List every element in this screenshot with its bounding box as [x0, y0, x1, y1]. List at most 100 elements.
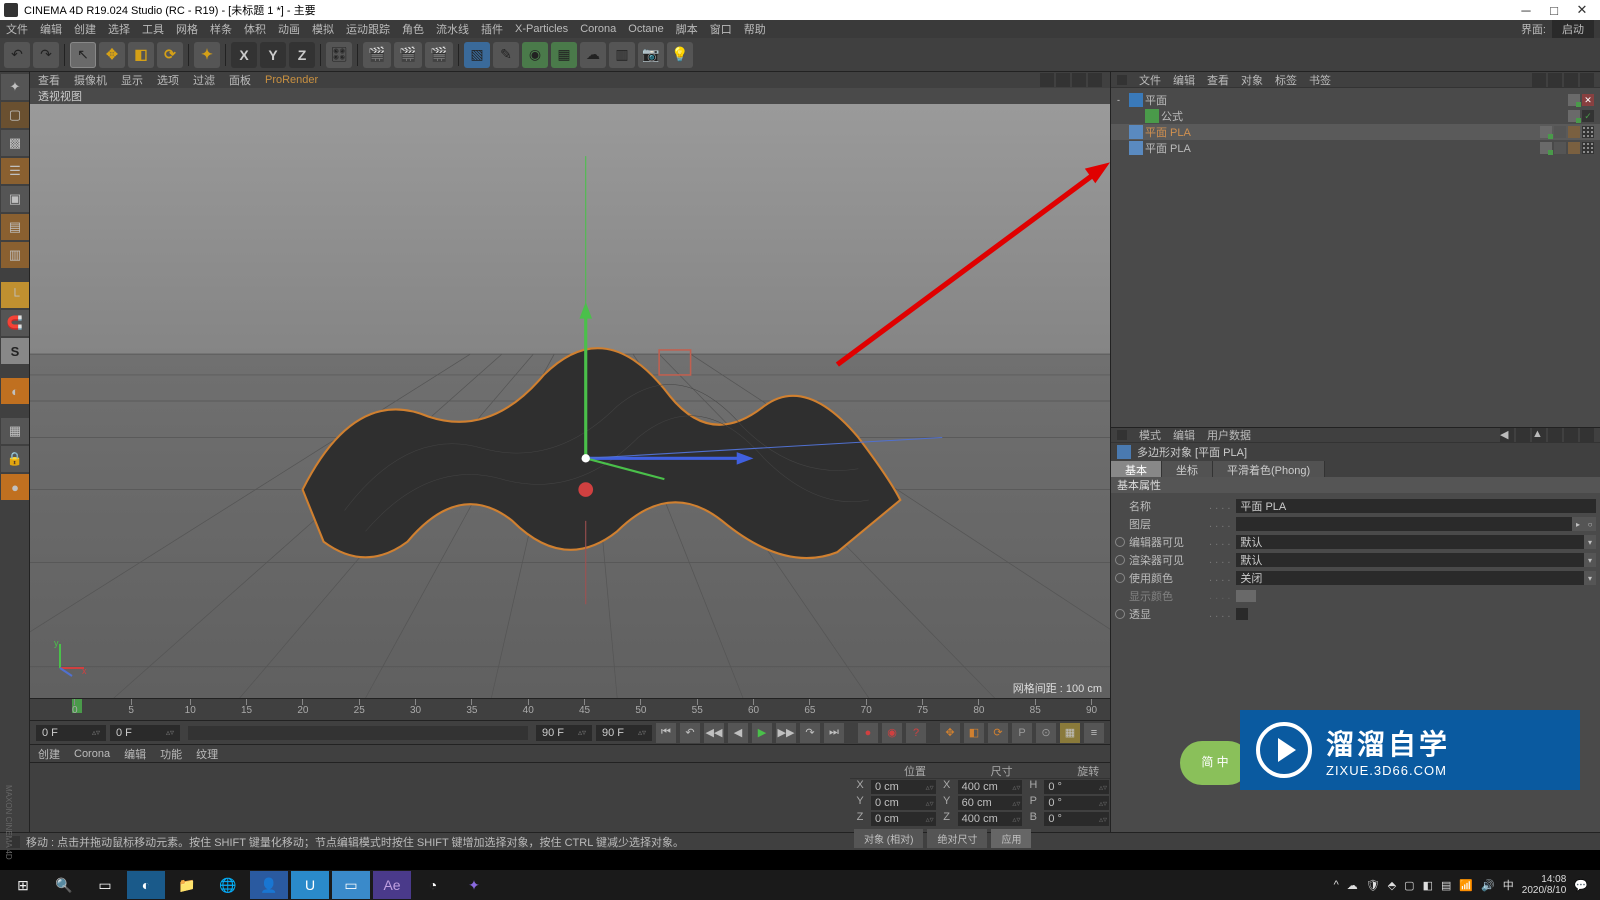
- attr-field-3[interactable]: 默认: [1236, 553, 1584, 567]
- make-editable-button[interactable]: ✦: [1, 74, 29, 100]
- vp-tab-prorender[interactable]: ProRender: [265, 74, 318, 86]
- menu-file[interactable]: 文件: [6, 21, 28, 37]
- om-row-1[interactable]: 公式✓: [1111, 108, 1600, 124]
- tag-blank-icon[interactable]: [1554, 142, 1566, 154]
- render-settings-button[interactable]: 🎬: [425, 42, 453, 68]
- tray-wifi-icon[interactable]: 📶: [1459, 879, 1473, 892]
- dropdown-icon[interactable]: ▾: [1584, 553, 1596, 567]
- key-param-button[interactable]: P: [1012, 723, 1032, 743]
- maximize-button[interactable]: □: [1540, 1, 1568, 19]
- autokey-button[interactable]: ◉: [882, 723, 902, 743]
- menu-edit[interactable]: 编辑: [40, 21, 62, 37]
- search-icon[interactable]: 🔍: [45, 871, 83, 899]
- frame-end-field[interactable]: 90 F▵▿: [536, 725, 592, 741]
- menu-create[interactable]: 创建: [74, 21, 96, 37]
- task-app3[interactable]: U: [291, 871, 329, 899]
- vp-tab-panel[interactable]: 面板: [229, 72, 251, 88]
- y-axis-button[interactable]: Y: [260, 42, 286, 68]
- vp-tab-camera[interactable]: 摄像机: [74, 72, 107, 88]
- taskview-icon[interactable]: ▭: [86, 871, 124, 899]
- menu-select[interactable]: 选择: [108, 21, 130, 37]
- om-row-0[interactable]: -平面✕: [1111, 92, 1600, 108]
- tray-icon6[interactable]: ▤: [1441, 879, 1451, 892]
- menu-tools[interactable]: 工具: [142, 21, 164, 37]
- add-environment-button[interactable]: ☁: [580, 42, 606, 68]
- anim-dot-icon[interactable]: [1115, 537, 1125, 547]
- model-mode-button[interactable]: ▢: [1, 102, 29, 128]
- key-scale-button[interactable]: ◧: [964, 723, 984, 743]
- menu-simulate[interactable]: 模拟: [312, 21, 334, 37]
- anim-dot-icon[interactable]: [1115, 573, 1125, 583]
- frame-range-field[interactable]: 90 F▵▿: [596, 725, 652, 741]
- om-home-icon[interactable]: [1564, 73, 1578, 87]
- task-ae[interactable]: Ae: [373, 871, 411, 899]
- coord-system-button[interactable]: 🎛: [326, 42, 352, 68]
- subtab-basic[interactable]: 基本: [1111, 461, 1162, 477]
- tray-icon2[interactable]: 🛡: [1366, 879, 1380, 892]
- x-axis-button[interactable]: X: [231, 42, 257, 68]
- attr-field-4[interactable]: 关闭: [1236, 571, 1584, 585]
- add-camera-button[interactable]: ▥: [609, 42, 635, 68]
- om-file[interactable]: 文件: [1139, 72, 1161, 88]
- om-row-2[interactable]: 平面 PLA: [1111, 124, 1600, 140]
- om-bookmarks[interactable]: 书签: [1309, 72, 1331, 88]
- tag-pat-icon[interactable]: [1582, 126, 1594, 138]
- task-app1[interactable]: ◐: [127, 871, 165, 899]
- poly-mode-button[interactable]: ▥: [1, 242, 29, 268]
- attr-field-1[interactable]: [1236, 517, 1572, 531]
- vp-tab-view[interactable]: 查看: [38, 72, 60, 88]
- key-pos-button[interactable]: ✥: [940, 723, 960, 743]
- attr-edit[interactable]: 编辑: [1173, 427, 1195, 443]
- select-tool[interactable]: ↖: [70, 42, 96, 68]
- dropdown-icon[interactable]: ▾: [1584, 571, 1596, 585]
- menu-motion[interactable]: 运动跟踪: [346, 21, 390, 37]
- tray-clock[interactable]: 14:082020/8/10: [1522, 874, 1567, 896]
- size-Y-field[interactable]: 60 cm▵▿: [958, 796, 1023, 810]
- dropdown-icon[interactable]: ▾: [1584, 535, 1596, 549]
- tag-d-icon[interactable]: [1568, 142, 1580, 154]
- menu-plugins[interactable]: 插件: [481, 21, 503, 37]
- add-cube-button[interactable]: ▧: [464, 42, 490, 68]
- menu-script[interactable]: 脚本: [676, 21, 698, 37]
- texture-mode-button[interactable]: ▩: [1, 130, 29, 156]
- prev-frame-button[interactable]: ◀: [728, 723, 748, 743]
- minimize-button[interactable]: ─: [1512, 1, 1540, 19]
- play-back-button[interactable]: ◀◀: [704, 723, 724, 743]
- move-tool[interactable]: ✥: [99, 42, 125, 68]
- render-button[interactable]: 🎬: [363, 42, 391, 68]
- menu-help[interactable]: 帮助: [744, 21, 766, 37]
- menu-spline[interactable]: 样条: [210, 21, 232, 37]
- add-spline-button[interactable]: ✎: [493, 42, 519, 68]
- vp-nav-3[interactable]: [1072, 73, 1086, 87]
- btab-func[interactable]: 功能: [160, 746, 182, 762]
- pos-Y-field[interactable]: 0 cm▵▿: [871, 796, 936, 810]
- tag-g-icon[interactable]: [1568, 110, 1580, 122]
- btab-create[interactable]: 创建: [38, 746, 60, 762]
- tag-g-icon[interactable]: [1568, 94, 1580, 106]
- pos-Z-field[interactable]: 0 cm▵▿: [871, 812, 936, 826]
- pos-X-field[interactable]: 0 cm▵▿: [871, 780, 936, 794]
- axis-button[interactable]: └: [1, 282, 29, 308]
- anim-dot-icon[interactable]: [1115, 555, 1125, 565]
- om-tags[interactable]: 标签: [1275, 72, 1297, 88]
- attr-check-6[interactable]: [1236, 608, 1248, 620]
- attr-opt1-icon[interactable]: [1548, 428, 1562, 442]
- vp-tab-display[interactable]: 显示: [121, 72, 143, 88]
- vp-nav-2[interactable]: [1056, 73, 1070, 87]
- menu-corona[interactable]: Corona: [580, 23, 616, 35]
- keyframe-sel-button[interactable]: ▦: [1060, 723, 1080, 743]
- attr-grip-icon[interactable]: [1117, 430, 1127, 440]
- tag-pat-icon[interactable]: [1582, 142, 1594, 154]
- subtab-phong[interactable]: 平滑着色(Phong): [1213, 461, 1325, 477]
- add-deformer-button[interactable]: ▦: [551, 42, 577, 68]
- tray-vol-icon[interactable]: 🔊: [1481, 879, 1495, 892]
- menu-volume[interactable]: 体积: [244, 21, 266, 37]
- attr-opt3-icon[interactable]: [1580, 428, 1594, 442]
- attr-next-icon[interactable]: [1516, 428, 1530, 442]
- tray-icon5[interactable]: ◧: [1423, 879, 1433, 892]
- add-bulb-button[interactable]: 💡: [667, 42, 693, 68]
- task-c4d[interactable]: ◔: [414, 871, 452, 899]
- btab-corona[interactable]: Corona: [74, 748, 110, 760]
- attr-color-5[interactable]: [1236, 590, 1256, 602]
- vp-tab-filter[interactable]: 过滤: [193, 72, 215, 88]
